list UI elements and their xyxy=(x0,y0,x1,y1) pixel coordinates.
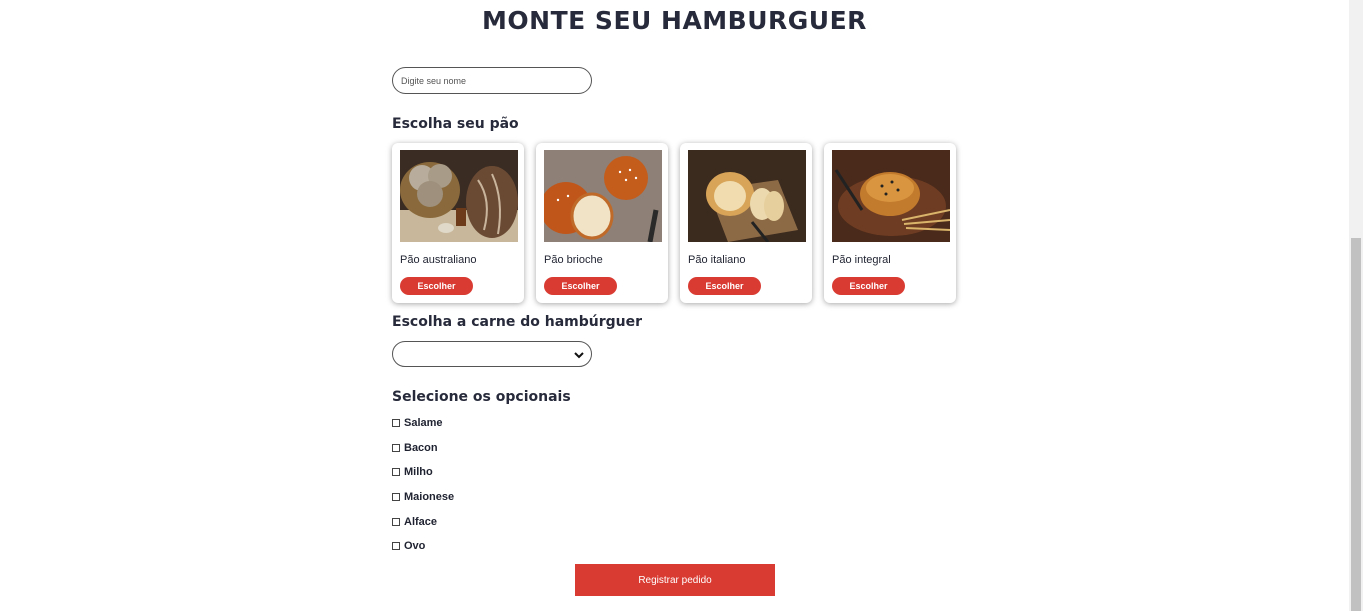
choose-integral-button[interactable]: Escolher xyxy=(832,277,905,295)
optional-label: Ovo xyxy=(404,540,426,552)
page: MONTE SEU HAMBURGUER Escolha seu pão xyxy=(0,0,1349,611)
bread-name: Pão italiano xyxy=(688,254,746,266)
optional-label: Milho xyxy=(404,466,433,478)
bread-name: Pão brioche xyxy=(544,254,603,266)
bread-card-australiano: Pão australiano Escolher xyxy=(392,143,524,303)
maionese-checkbox[interactable] xyxy=(392,493,400,501)
choose-australiano-button[interactable]: Escolher xyxy=(400,277,473,295)
ovo-checkbox[interactable] xyxy=(392,542,400,550)
optional-label: Salame xyxy=(404,417,443,429)
meat-section-title: Escolha a carne do hambúrguer xyxy=(392,314,643,330)
choose-brioche-button[interactable]: Escolher xyxy=(544,277,617,295)
bread-cards: Pão australiano Escolher Pão brioche Esc xyxy=(392,143,956,303)
brioche-bread-photo xyxy=(544,150,662,242)
optional-bacon[interactable]: Bacon xyxy=(392,441,438,455)
optional-milho[interactable]: Milho xyxy=(392,465,433,479)
optional-alface[interactable]: Alface xyxy=(392,515,437,529)
milho-checkbox[interactable] xyxy=(392,468,400,476)
chevron-down-icon xyxy=(574,352,584,359)
page-scrollbar[interactable] xyxy=(1349,0,1363,611)
meat-select[interactable] xyxy=(392,341,592,367)
bread-card-italiano: Pão italiano Escolher xyxy=(680,143,812,303)
bacon-checkbox[interactable] xyxy=(392,444,400,452)
bread-section-title: Escolha seu pão xyxy=(392,116,519,132)
name-input[interactable] xyxy=(392,67,592,94)
optional-label: Alface xyxy=(404,516,438,528)
submit-order-button[interactable]: Registrar pedido xyxy=(575,564,775,596)
scrollbar-thumb[interactable] xyxy=(1351,238,1361,611)
bread-card-integral: Pão integral Escolher xyxy=(824,143,956,303)
optional-maionese[interactable]: Maionese xyxy=(392,490,454,504)
page-title: MONTE SEU HAMBURGUER xyxy=(482,6,867,35)
italian-bread-photo xyxy=(688,150,806,242)
salame-checkbox[interactable] xyxy=(392,419,400,427)
australian-bread-photo xyxy=(400,150,518,242)
optional-label: Bacon xyxy=(404,442,438,454)
wholegrain-bread-photo xyxy=(832,150,950,242)
choose-italiano-button[interactable]: Escolher xyxy=(688,277,761,295)
optional-salame[interactable]: Salame xyxy=(392,416,443,430)
bread-card-brioche: Pão brioche Escolher xyxy=(536,143,668,303)
bread-name: Pão integral xyxy=(832,254,891,266)
optional-label: Maionese xyxy=(404,491,455,503)
alface-checkbox[interactable] xyxy=(392,518,400,526)
bread-name: Pão australiano xyxy=(400,254,477,266)
optionals-section-title: Selecione os opcionais xyxy=(392,389,571,405)
optional-ovo[interactable]: Ovo xyxy=(392,539,425,553)
